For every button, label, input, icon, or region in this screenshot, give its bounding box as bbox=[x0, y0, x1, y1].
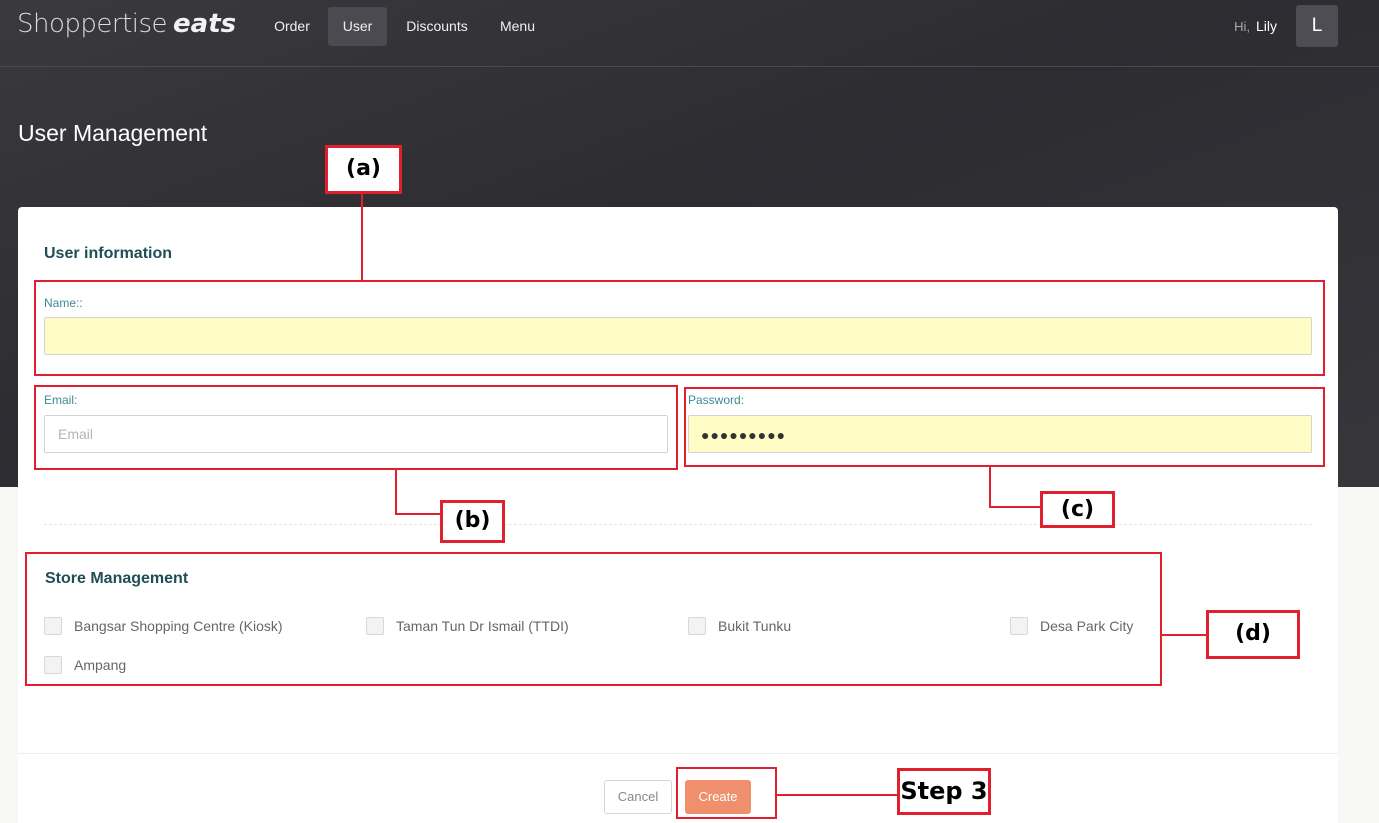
store-checkbox-bangsar[interactable]: Bangsar Shopping Centre (Kiosk) bbox=[44, 616, 283, 636]
password-field[interactable] bbox=[688, 415, 1312, 453]
nav-user[interactable]: User bbox=[328, 7, 387, 46]
checkbox[interactable] bbox=[44, 656, 62, 674]
email-label: Email: bbox=[44, 393, 78, 407]
store-checkbox-desa-park-city[interactable]: Desa Park City bbox=[1010, 616, 1133, 636]
checkbox[interactable] bbox=[1010, 617, 1028, 635]
store-label: Bukit Tunku bbox=[718, 618, 792, 634]
store-management-heading: Store Management bbox=[45, 570, 189, 587]
store-label: Bangsar Shopping Centre (Kiosk) bbox=[74, 618, 283, 634]
create-button[interactable]: Create bbox=[685, 780, 751, 814]
user-name: Lily bbox=[1255, 18, 1277, 34]
store-label: Taman Tun Dr Ismail (TTDI) bbox=[396, 618, 569, 634]
store-checkbox-ttdi[interactable]: Taman Tun Dr Ismail (TTDI) bbox=[366, 616, 569, 636]
checkbox[interactable] bbox=[44, 617, 62, 635]
nav-menu[interactable]: Menu bbox=[486, 7, 549, 46]
name-label: Name:: bbox=[44, 296, 83, 310]
user-greeting: Hi, Lily bbox=[1234, 7, 1277, 46]
greeting-text: Hi, bbox=[1234, 19, 1250, 34]
store-checkbox-bukit-tunku[interactable]: Bukit Tunku bbox=[688, 616, 791, 636]
section-divider bbox=[44, 524, 1312, 525]
avatar[interactable]: L bbox=[1296, 5, 1338, 47]
store-checkbox-ampang[interactable]: Ampang bbox=[44, 655, 126, 675]
logo-wordmark-bold: eats bbox=[173, 9, 237, 39]
form-footer-divider bbox=[18, 753, 1338, 754]
store-label: Ampang bbox=[74, 657, 127, 673]
user-form-card bbox=[18, 207, 1338, 823]
password-label: Password: bbox=[688, 393, 745, 407]
top-navigation-bar: Shoppertise eats Order User Discounts Men… bbox=[0, 0, 1379, 67]
email-field[interactable] bbox=[44, 415, 668, 453]
logo-wordmark-light: Shoppertise bbox=[17, 9, 168, 39]
checkbox[interactable] bbox=[366, 617, 384, 635]
name-field[interactable] bbox=[44, 317, 1312, 355]
nav-discounts[interactable]: Discounts bbox=[392, 7, 482, 46]
nav-order[interactable]: Order bbox=[258, 7, 326, 46]
user-information-heading: User information bbox=[44, 245, 173, 262]
cancel-button[interactable]: Cancel bbox=[604, 780, 672, 814]
store-label: Desa Park City bbox=[1040, 618, 1134, 634]
app-logo[interactable]: Shoppertise eats bbox=[17, 8, 236, 44]
page-title: User Management bbox=[18, 120, 208, 146]
checkbox[interactable] bbox=[688, 617, 706, 635]
